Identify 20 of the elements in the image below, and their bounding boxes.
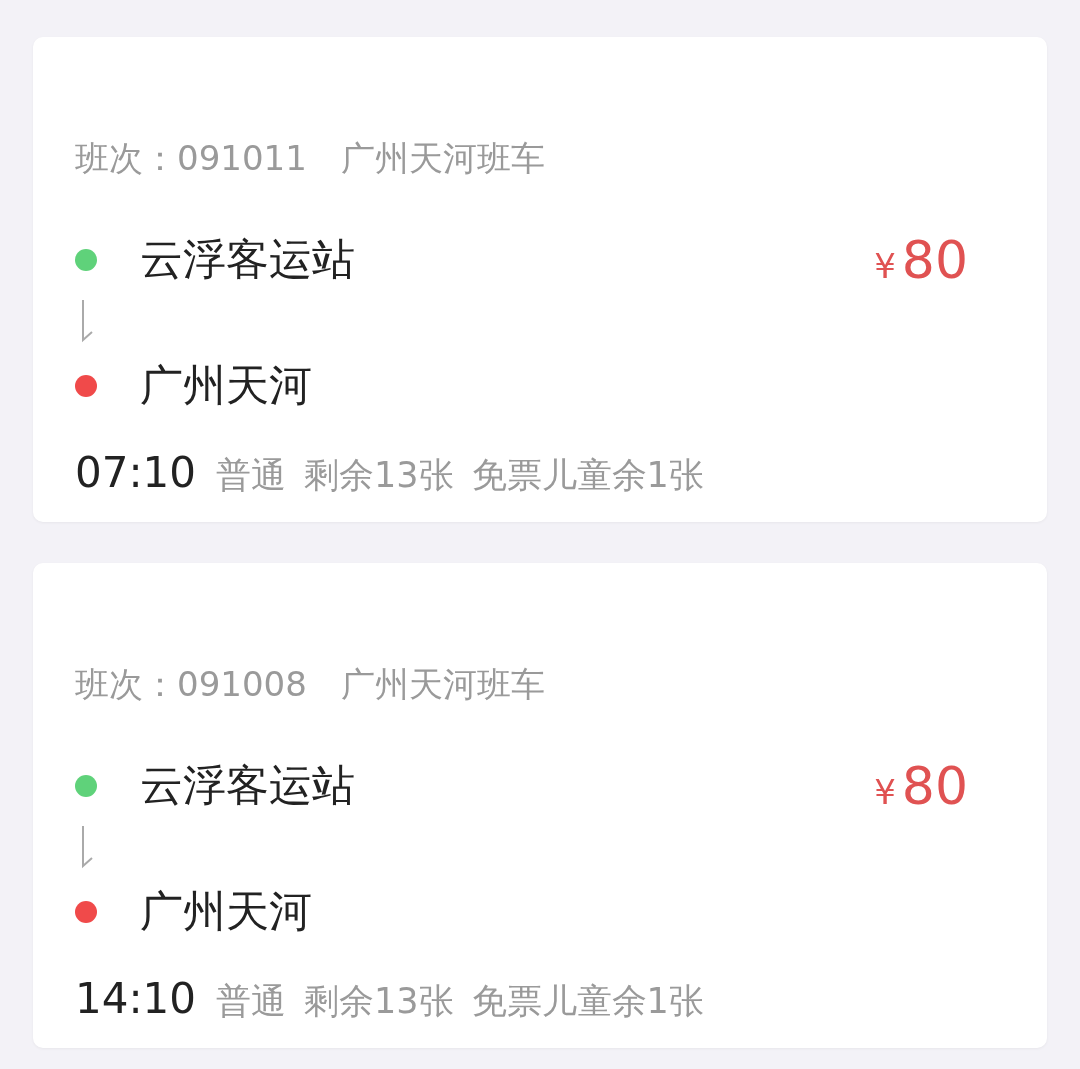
price: ¥80	[874, 229, 968, 292]
ticket-info: 免票儿童余1张	[471, 454, 704, 497]
trip-number: 班次：091011	[75, 137, 307, 180]
station-name: 云浮客运站	[140, 233, 355, 286]
trip-number: 班次：091008	[75, 663, 307, 706]
route-name: 广州天河班车	[340, 137, 545, 180]
trip-card[interactable]: 班次：091008 广州天河班车 云浮客运站 广州天河 ¥80 14:10 普通 剩余13张 免票儿童余1张	[33, 563, 1047, 1048]
ticket-info: 剩余13张	[304, 454, 454, 497]
departure-time: 14:10	[75, 974, 197, 1023]
station-name: 广州天河	[140, 885, 312, 938]
ticket-info: 普通	[216, 454, 287, 497]
trip-card[interactable]: 班次：091011 广州天河班车 云浮客运站 广州天河 ¥80 07:10 普通 剩余13张 免票儿童余1张	[33, 37, 1047, 522]
ticket-info: 普通	[216, 980, 287, 1023]
station-name: 云浮客运站	[140, 759, 355, 812]
ticket-info: 剩余13张	[304, 980, 454, 1023]
route-name: 广州天河班车	[340, 663, 545, 706]
price: ¥80	[874, 755, 968, 818]
station-name: 广州天河	[140, 359, 312, 412]
departure-time: 07:10	[75, 448, 197, 497]
ticket-info: 免票儿童余1张	[471, 980, 704, 1023]
